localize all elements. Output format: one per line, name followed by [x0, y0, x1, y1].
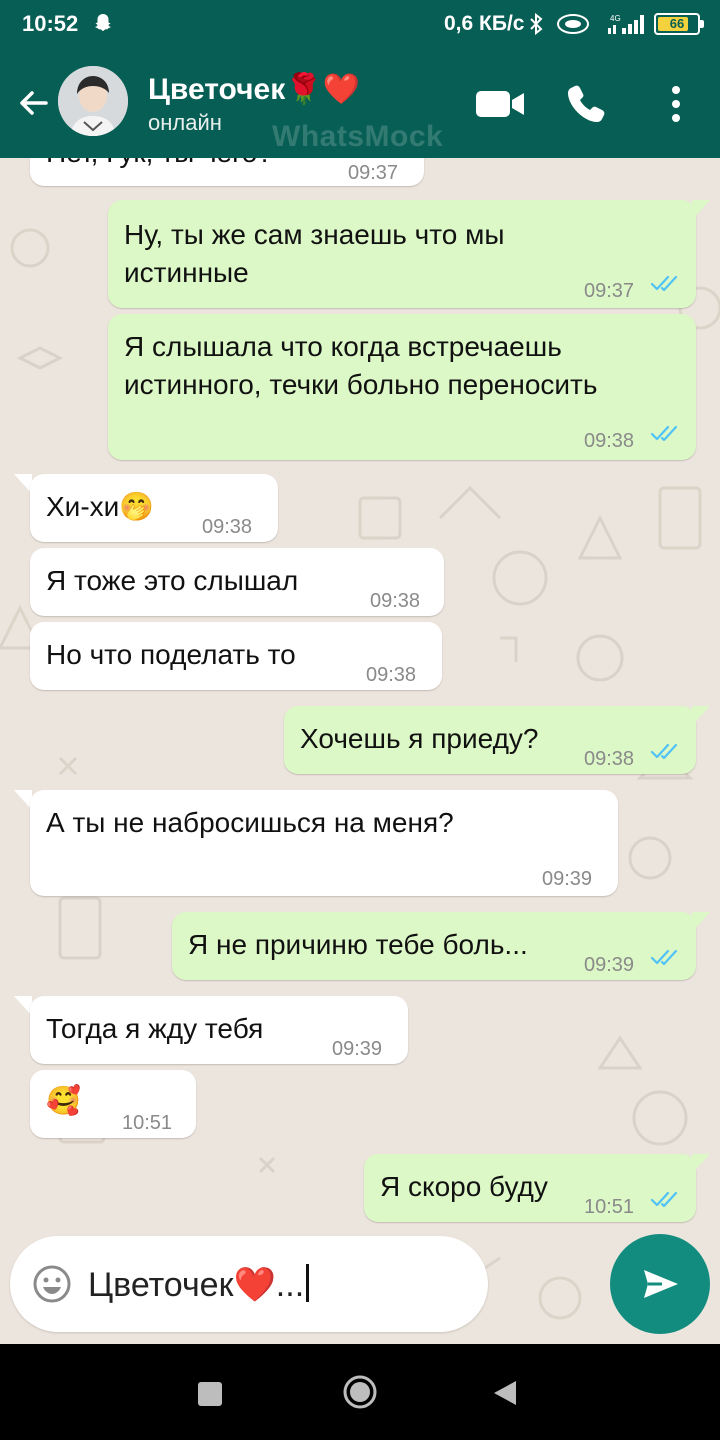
phone-call-icon[interactable]	[566, 82, 608, 124]
message-time: 09:38	[370, 590, 421, 612]
bubble-tail	[14, 790, 32, 810]
message-incoming[interactable]: Нет, Гук, ты чего? 09:37	[30, 158, 424, 186]
message-time: 09:38	[584, 430, 635, 452]
status-time: 10:52	[22, 11, 79, 36]
send-icon	[644, 1270, 678, 1298]
message-outgoing[interactable]: Ну, ты же сам знаешь что мы истинные 09:…	[108, 200, 696, 308]
read-receipt-icon	[650, 743, 678, 760]
bluetooth-icon	[530, 12, 543, 36]
read-receipt-icon	[650, 949, 678, 966]
message-outgoing[interactable]: Хочешь я приеду? 09:38	[284, 706, 696, 774]
message-text: Нет, Гук, ты чего?	[46, 158, 273, 172]
svg-text:4G: 4G	[610, 14, 621, 23]
network-speed: 0,6 КБ/с	[444, 12, 525, 35]
bubble-tail	[14, 996, 32, 1016]
message-time: 09:39	[332, 1038, 383, 1060]
contact-status: онлайн	[148, 110, 222, 135]
message-time: 10:51	[584, 1196, 635, 1218]
avatar-image	[58, 66, 128, 136]
bubble-tail	[692, 706, 710, 726]
message-outgoing[interactable]: Я слышала что когда встречаешь истинного…	[108, 314, 696, 460]
text-cursor	[306, 1264, 310, 1302]
message-text: Я слышала что когда встречаешь истинного…	[124, 331, 598, 400]
message-incoming[interactable]: 🥰 10:51	[30, 1070, 196, 1138]
hotspot-icon	[557, 14, 589, 34]
recent-apps-button[interactable]	[198, 1382, 222, 1406]
message-text: Но что поделать то	[46, 639, 296, 670]
message-outgoing[interactable]: Я скоро буду 10:51	[364, 1154, 696, 1222]
video-call-icon[interactable]	[474, 88, 526, 120]
message-input[interactable]: Цветочек❤️...	[88, 1264, 310, 1305]
message-text: Хочешь я приеду?	[300, 723, 539, 754]
message-outgoing[interactable]: Я не причиню тебе боль... 09:39	[172, 912, 696, 980]
message-time: 09:38	[366, 664, 417, 686]
battery-icon: 66	[654, 13, 704, 35]
contact-name[interactable]: Цветочек🌹❤️	[148, 72, 360, 107]
message-time: 10:51	[122, 1112, 173, 1134]
message-time: 09:38	[202, 516, 253, 538]
home-button[interactable]	[342, 1374, 378, 1410]
chat-header: Цветочек🌹❤️ онлайн WhatsMock	[0, 48, 720, 158]
emoji-icon[interactable]	[32, 1264, 72, 1304]
message-incoming[interactable]: Хи-хи🤭 09:38	[30, 474, 278, 542]
app-watermark: WhatsMock	[272, 120, 444, 153]
message-text: А ты не набросишься на меня?	[46, 807, 454, 838]
message-time: 09:37	[348, 162, 399, 184]
battery-level: 66	[669, 16, 685, 31]
read-receipt-icon	[650, 1191, 678, 1208]
back-nav-button[interactable]	[490, 1378, 520, 1408]
bubble-tail	[692, 912, 710, 932]
message-time: 09:38	[584, 748, 635, 770]
message-text: Хи-хи🤭	[46, 491, 155, 522]
chat-area[interactable]: Нет, Гук, ты чего? 09:37 Ну, ты же сам з…	[0, 158, 720, 1344]
message-time: 09:39	[584, 954, 635, 976]
read-receipt-icon	[650, 275, 678, 292]
status-bar: 10:52 0,6 КБ/с 4G 66	[0, 0, 720, 48]
bubble-tail	[692, 200, 710, 220]
more-options-icon[interactable]	[664, 84, 688, 124]
bubble-tail	[692, 1154, 710, 1174]
snapchat-ghost-icon	[95, 14, 111, 31]
message-text: Ну, ты же сам знаешь что мы истинные	[124, 219, 505, 288]
message-incoming[interactable]: Я тоже это слышал 09:38	[30, 548, 444, 616]
message-text: Я не причиню тебе боль...	[188, 929, 528, 960]
message-input-text: Цветочек❤️...	[88, 1266, 305, 1304]
message-text: Я скоро буду	[380, 1171, 548, 1202]
bubble-tail	[14, 474, 32, 494]
system-nav-bar	[0, 1344, 720, 1440]
message-text: 🥰	[46, 1085, 81, 1116]
read-receipt-icon	[650, 425, 678, 442]
send-button[interactable]	[610, 1234, 710, 1334]
contact-avatar[interactable]	[58, 66, 128, 136]
message-text: Тогда я жду тебя	[46, 1013, 264, 1044]
message-incoming[interactable]: Но что поделать то 09:38	[30, 622, 442, 690]
message-text: Я тоже это слышал	[46, 565, 299, 596]
message-time: 09:39	[542, 868, 593, 890]
message-incoming[interactable]: А ты не набросишься на меня? 09:39	[30, 790, 618, 896]
message-time: 09:37	[584, 280, 635, 302]
message-input-bar[interactable]: Цветочек❤️...	[10, 1236, 488, 1332]
signal-icon: 4G	[608, 14, 644, 34]
back-arrow-icon[interactable]	[14, 84, 52, 122]
message-incoming[interactable]: Тогда я жду тебя 09:39	[30, 996, 408, 1064]
